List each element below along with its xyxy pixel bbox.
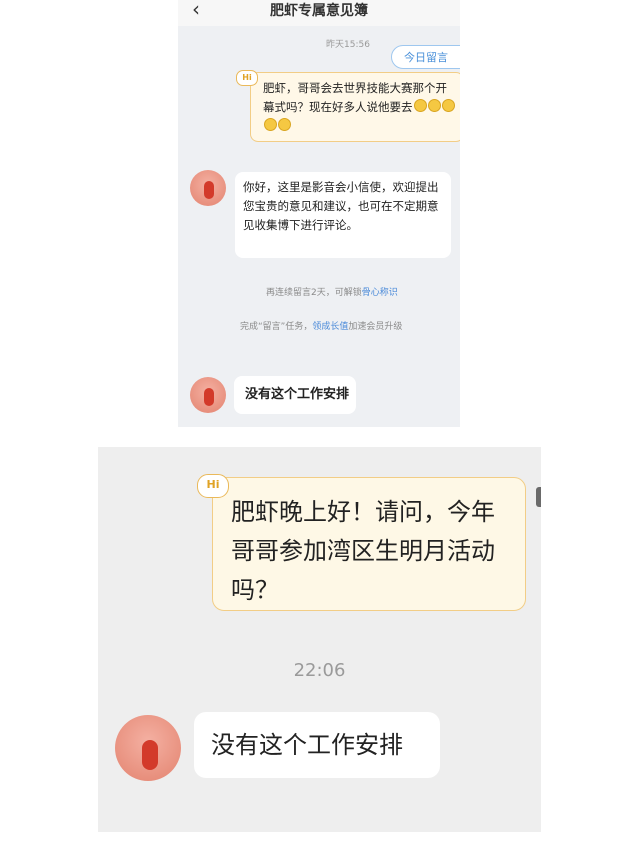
growth-link[interactable]: 领成长值: [312, 322, 348, 332]
today-message-chip[interactable]: 今日留言: [391, 45, 460, 69]
shrimp-icon: [204, 388, 214, 406]
bot-reply-bubble: 没有这个工作安排: [194, 712, 440, 778]
shrimp-icon: [142, 740, 158, 770]
task-note-prefix: 完成“留言”任务，: [240, 322, 313, 332]
hi-badge: Hi: [197, 474, 229, 498]
shrimp-icon: [204, 181, 214, 199]
chat-screenshot-top: ‹ 肥虾专属意见簿 昨天15:56 今日留言 肥虾，哥哥会去世界技能大赛那个开幕…: [178, 0, 460, 427]
unlock-link[interactable]: 骨心称识: [362, 288, 398, 298]
task-note-suffix: 加速会员升级: [348, 322, 403, 332]
bot-message-bubble: 你好，这里是影音会小信使，欢迎提出您宝贵的意见和建议，也可在不定期意见收集博下进…: [235, 172, 451, 258]
unlock-note-text: 再连续留言2天，可解锁: [266, 288, 362, 298]
chat-screenshot-bottom: 肥虾晚上好！请问，今年哥哥参加湾区生明月活动吗？ Hi 22:06 没有这个工作…: [98, 447, 541, 832]
user-message-bubble: 肥虾，哥哥会去世界技能大赛那个开幕式吗？现在好多人说他要去: [250, 72, 460, 142]
user-message-bubble: 肥虾晚上好！请问，今年哥哥参加湾区生明月活动吗？: [212, 477, 526, 611]
timestamp: 22:06: [293, 660, 346, 681]
scrollbar-handle[interactable]: [536, 487, 541, 507]
emoji-icon: [427, 99, 441, 112]
task-note: 完成“留言”任务，领成长值加速会员升级: [240, 319, 402, 332]
emoji-icon: [441, 99, 455, 112]
timestamp: 昨天15:56: [326, 40, 370, 50]
avatar[interactable]: [115, 715, 181, 781]
avatar[interactable]: [190, 377, 226, 413]
chat-title: 肥虾专属意见簿: [270, 3, 368, 19]
emoji-icon: [413, 99, 427, 112]
avatar[interactable]: [190, 170, 226, 206]
bot-reply-bubble: 没有这个工作安排: [234, 376, 356, 414]
chat-header: ‹ 肥虾专属意见簿: [178, 0, 460, 26]
emoji-icon: [264, 118, 277, 131]
unlock-note: 再连续留言2天，可解锁骨心称识: [266, 285, 398, 298]
hi-badge: Hi: [236, 70, 258, 86]
emoji-icon: [278, 118, 291, 131]
